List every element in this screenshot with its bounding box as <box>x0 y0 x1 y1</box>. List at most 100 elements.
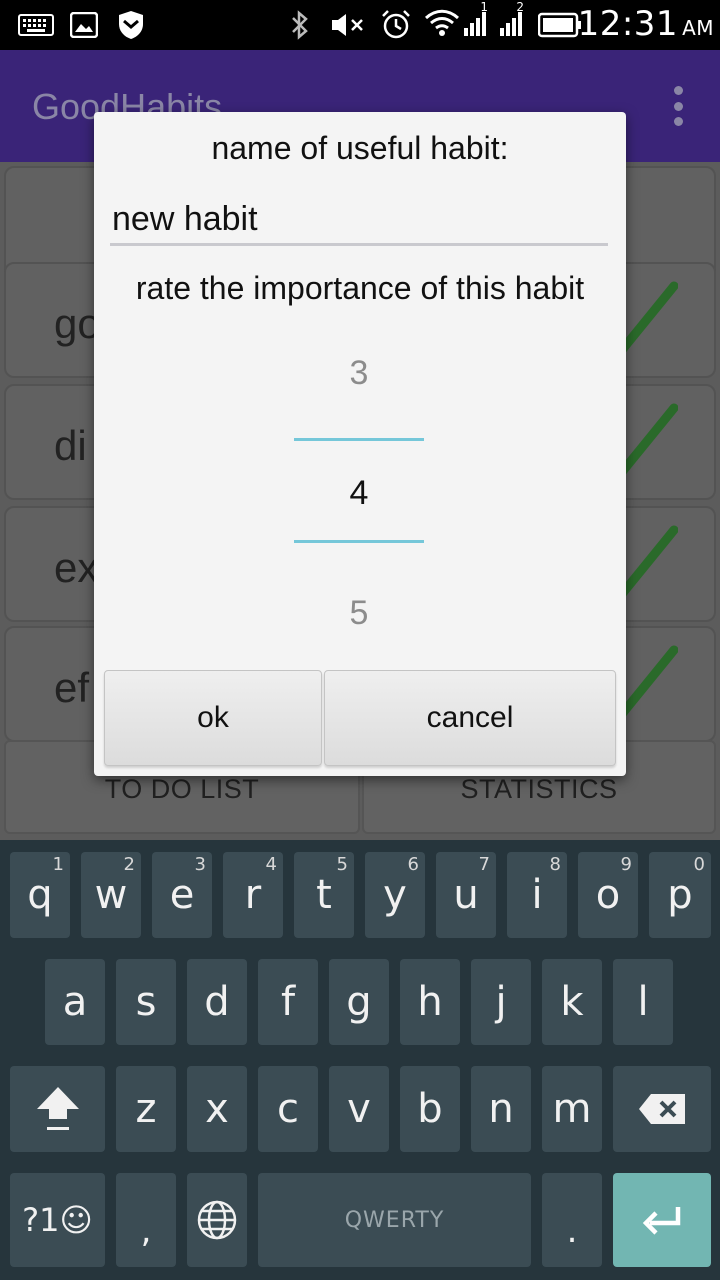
key-label: b <box>417 1086 443 1132</box>
key-b[interactable]: b <box>400 1066 460 1152</box>
wifi-icon <box>424 8 460 38</box>
checkmark-icon[interactable] <box>617 644 679 728</box>
checkmark-icon[interactable] <box>617 402 679 486</box>
key-i[interactable]: 8i <box>507 852 567 938</box>
key-hint: 8 <box>549 854 561 875</box>
todo-list-label: TO DO LIST <box>104 774 260 804</box>
status-bar: 1 2 12:31 AM <box>0 0 720 50</box>
key-label: w <box>94 872 128 918</box>
habit-row-label: ex <box>54 544 99 591</box>
key-j[interactable]: j <box>471 959 531 1045</box>
symbols-key[interactable]: ?1☺ <box>10 1173 105 1267</box>
key-label: , <box>140 1211 152 1251</box>
importance-label: rate the importance of this habit <box>135 270 585 306</box>
enter-key[interactable] <box>613 1173 711 1267</box>
key-d[interactable]: d <box>187 959 247 1045</box>
key-label: e <box>169 872 195 918</box>
space-key[interactable]: QWERTY <box>258 1173 531 1267</box>
key-o[interactable]: 9o <box>578 852 638 938</box>
key-label: i <box>531 872 543 918</box>
key-k[interactable]: k <box>542 959 602 1045</box>
key-label: n <box>488 1086 514 1132</box>
bluetooth-icon <box>290 10 310 40</box>
globe-icon <box>197 1200 237 1240</box>
checkmark-icon[interactable] <box>617 280 679 364</box>
add-habit-dialog: name of useful habit: rate the importanc… <box>94 112 626 776</box>
key-y[interactable]: 6y <box>365 852 425 938</box>
habit-row-label: ef <box>54 664 90 711</box>
picker-selected-value[interactable]: 4 <box>294 474 424 513</box>
checkmark-icon[interactable] <box>617 524 679 608</box>
key-label: f <box>280 979 296 1025</box>
key-label: t <box>316 872 332 918</box>
key-r[interactable]: 4r <box>223 852 283 938</box>
key-label: r <box>244 872 262 918</box>
key-w[interactable]: 2w <box>81 852 141 938</box>
key-hint: 0 <box>693 854 705 875</box>
key-label: v <box>347 1086 371 1132</box>
cancel-button[interactable]: cancel <box>324 670 616 766</box>
key-q[interactable]: 1q <box>10 852 70 938</box>
key-hint: 3 <box>194 854 206 875</box>
key-p[interactable]: 0p <box>649 852 711 938</box>
key-hint: 2 <box>123 854 135 875</box>
key-a[interactable]: a <box>45 959 105 1045</box>
picker-divider-top <box>294 438 424 441</box>
statistics-label: STATISTICS <box>460 774 618 804</box>
clock-time: 12:31 <box>577 4 679 44</box>
key-m[interactable]: m <box>542 1066 602 1152</box>
space-key-label: QWERTY <box>344 1207 445 1233</box>
habit-name-input[interactable] <box>110 196 608 246</box>
mute-icon <box>330 12 366 38</box>
key-label: a <box>62 979 88 1025</box>
key-label: d <box>204 979 230 1025</box>
key-n[interactable]: n <box>471 1066 531 1152</box>
picker-prev-value[interactable]: 3 <box>294 354 424 393</box>
key-label: p <box>667 872 693 918</box>
key-hint: 7 <box>478 854 490 875</box>
key-l[interactable]: l <box>613 959 673 1045</box>
shift-key[interactable] <box>10 1066 105 1152</box>
period-key[interactable]: . <box>542 1173 602 1267</box>
soft-keyboard: 1q 2w 3e 4r 5t 6y 7u 8i 9o 0p a s d f g … <box>0 840 720 1280</box>
key-label: s <box>135 979 157 1025</box>
shield-icon <box>118 10 144 40</box>
image-icon <box>70 12 98 38</box>
key-label: j <box>495 979 507 1025</box>
signal-2-icon: 2 <box>498 0 526 38</box>
picker-divider-bottom <box>294 540 424 543</box>
language-key[interactable] <box>187 1173 247 1267</box>
key-label: m <box>552 1086 592 1132</box>
key-u[interactable]: 7u <box>436 852 496 938</box>
key-label: h <box>417 979 443 1025</box>
signal-1-label: 1 <box>480 0 488 14</box>
key-f[interactable]: f <box>258 959 318 1045</box>
status-clock: 12:31 AM <box>578 4 714 44</box>
key-v[interactable]: v <box>329 1066 389 1152</box>
key-x[interactable]: x <box>187 1066 247 1152</box>
overflow-menu-icon[interactable] <box>672 86 684 126</box>
key-c[interactable]: c <box>258 1066 318 1152</box>
keyboard-icon <box>18 14 54 36</box>
comma-key[interactable]: , <box>116 1173 176 1267</box>
key-label: c <box>277 1086 299 1132</box>
importance-picker[interactable]: 3 4 5 <box>294 334 424 634</box>
key-hint: 6 <box>407 854 419 875</box>
backspace-key[interactable] <box>613 1066 711 1152</box>
ok-button[interactable]: ok <box>104 670 322 766</box>
key-label: l <box>637 979 649 1025</box>
key-label: o <box>595 872 621 918</box>
backspace-icon <box>639 1094 685 1124</box>
key-g[interactable]: g <box>329 959 389 1045</box>
habit-row-label: di <box>54 422 87 469</box>
key-z[interactable]: z <box>116 1066 176 1152</box>
key-e[interactable]: 3e <box>152 852 212 938</box>
key-label: q <box>27 872 53 918</box>
key-label: u <box>453 872 479 918</box>
key-t[interactable]: 5t <box>294 852 354 938</box>
key-s[interactable]: s <box>116 959 176 1045</box>
key-h[interactable]: h <box>400 959 460 1045</box>
picker-next-value[interactable]: 5 <box>294 594 424 633</box>
dialog-title: name of useful habit: <box>211 130 509 166</box>
key-label: ?1☺ <box>22 1201 93 1239</box>
